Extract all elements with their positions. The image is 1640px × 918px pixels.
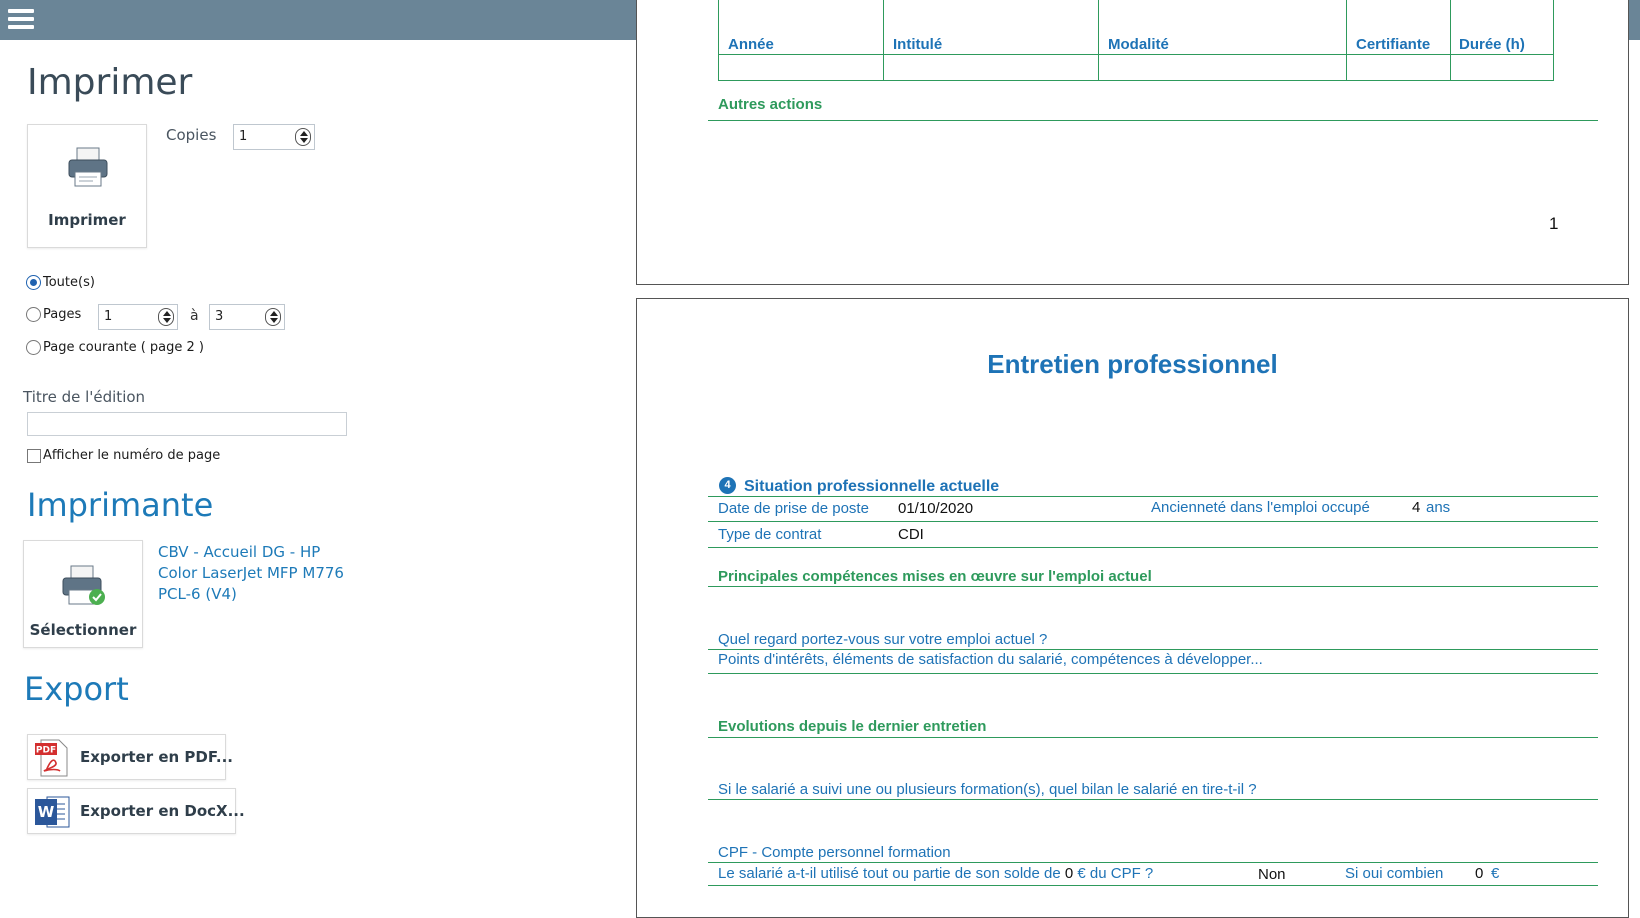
- seniority-unit: ans: [1426, 499, 1451, 516]
- range-to-label: à: [190, 308, 199, 324]
- seniority-label: Ancienneté dans l'emploi occupé: [1151, 499, 1370, 516]
- range-all-option[interactable]: Toute(s): [26, 275, 95, 290]
- table-column-divider: [1450, 0, 1451, 81]
- select-button-label: Sélectionner: [29, 621, 137, 639]
- cpf-amount: 0: [1475, 865, 1484, 882]
- table-column-divider: [883, 0, 884, 81]
- section-title: Situation professionnelle actuelle: [744, 478, 1000, 495]
- document-title: Entretien professionnel: [987, 349, 1278, 379]
- preview-page-1: Année Intitulé Modalité Certifiante Duré…: [636, 0, 1629, 285]
- other-actions-heading: Autres actions: [718, 96, 823, 113]
- cpf-question: Le salarié a-t-il utilisé tout ou partie…: [718, 865, 1153, 882]
- print-heading: Imprimer: [27, 62, 193, 103]
- printer-name: CBV - Accueil DG - HP Color LaserJet MFP…: [158, 543, 344, 603]
- table-header-certifying: Certifiante: [1356, 36, 1431, 53]
- range-pages-label: Pages: [43, 307, 82, 322]
- svg-text:W: W: [38, 803, 55, 821]
- range-all-label: Toute(s): [43, 275, 95, 290]
- svg-text:PDF: PDF: [36, 746, 56, 756]
- menu-icon[interactable]: [8, 9, 34, 31]
- table-column-divider: [1098, 0, 1099, 81]
- print-options-panel: Imprimer Imprimer Copies 1 Toute(s) Page…: [0, 40, 620, 893]
- printer-check-icon: [62, 565, 105, 605]
- stepper-arrows-icon[interactable]: [158, 308, 174, 326]
- table-header-duration: Durée (h): [1459, 36, 1525, 53]
- range-to-stepper[interactable]: 3: [209, 304, 285, 330]
- edition-title-label: Titre de l'édition: [23, 388, 146, 406]
- section-rule: [708, 120, 1598, 121]
- export-docx-button[interactable]: W Exporter en DocX...: [27, 788, 245, 834]
- table-header-separator: [718, 54, 1554, 55]
- table-column-divider: [1346, 0, 1347, 81]
- printer-heading: Imprimante: [27, 486, 214, 524]
- table-header-modality: Modalité: [1108, 36, 1169, 53]
- cpf-title: CPF - Compte personnel formation: [718, 844, 951, 861]
- export-pdf-label: Exporter en PDF...: [80, 748, 233, 766]
- copies-label: Copies: [166, 126, 217, 144]
- seniority-value: 4: [1412, 499, 1421, 516]
- pdf-icon: PDF: [35, 739, 68, 777]
- row-rule: [708, 673, 1598, 674]
- select-printer-button[interactable]: Sélectionner: [23, 540, 143, 648]
- edition-title-input[interactable]: [27, 412, 347, 436]
- range-pages-option[interactable]: Pages: [26, 307, 81, 322]
- print-button-label: Imprimer: [48, 211, 126, 229]
- row-rule: [708, 547, 1598, 548]
- cpf-balance: 0: [1064, 865, 1074, 882]
- show-page-number-option[interactable]: Afficher le numéro de page: [27, 448, 220, 463]
- range-from-value: 1: [104, 309, 113, 324]
- training-question: Si le salarié a suivi une ou plusieurs f…: [718, 781, 1257, 798]
- stepper-arrows-icon[interactable]: [295, 128, 311, 146]
- word-icon: W: [35, 796, 70, 828]
- preview-page-2: Entretien professionnel 4 Situation prof…: [636, 298, 1629, 918]
- range-from-stepper[interactable]: 1: [98, 304, 178, 330]
- start-date-label: Date de prise de poste: [718, 500, 869, 517]
- section-rule: [708, 496, 1598, 497]
- radio-icon: [26, 340, 41, 355]
- print-button[interactable]: Imprimer: [27, 124, 147, 248]
- cpf-question-end: € du CPF ?: [1077, 865, 1154, 882]
- cpf-if-yes-label: Si oui combien: [1345, 865, 1444, 882]
- range-to-value: 3: [215, 309, 224, 324]
- start-date-value: 01/10/2020: [898, 500, 974, 517]
- skills-heading: Principales compétences mises en œuvre s…: [718, 568, 1152, 585]
- copies-value: 1: [239, 129, 248, 144]
- cpf-currency: €: [1491, 865, 1500, 882]
- section-rule: [708, 586, 1598, 587]
- page-number: 1: [1549, 214, 1559, 233]
- view-hint: Points d'intérêts, éléments de satisfact…: [718, 651, 1263, 668]
- export-heading: Export: [24, 670, 129, 708]
- export-docx-label: Exporter en DocX...: [80, 802, 245, 820]
- checkbox-icon[interactable]: [27, 448, 41, 463]
- copies-stepper[interactable]: 1: [233, 124, 315, 150]
- row-rule: [708, 799, 1598, 800]
- cpf-question-start: Le salarié a-t-il utilisé tout ou partie…: [718, 865, 1061, 882]
- table-header-title: Intitulé: [893, 36, 943, 53]
- radio-selected-icon: [26, 275, 41, 290]
- printer-icon: [68, 147, 108, 187]
- export-pdf-button[interactable]: PDF Exporter en PDF...: [27, 734, 233, 780]
- row-rule: [708, 521, 1598, 522]
- range-current-label: Page courante ( page 2 ): [43, 340, 205, 355]
- row-rule: [708, 885, 1598, 886]
- row-rule: [708, 862, 1598, 863]
- table-header-year: Année: [728, 36, 774, 53]
- section-number-badge: 4: [719, 477, 736, 494]
- range-current-option[interactable]: Page courante ( page 2 ): [26, 340, 204, 355]
- view-question: Quel regard portez-vous sur votre emploi…: [718, 631, 1048, 648]
- contract-label: Type de contrat: [718, 526, 822, 543]
- cpf-answer: Non: [1258, 866, 1286, 883]
- evolutions-heading: Evolutions depuis le dernier entretien: [718, 718, 987, 735]
- section-rule: [708, 737, 1598, 738]
- stepper-arrows-icon[interactable]: [265, 308, 281, 326]
- contract-value: CDI: [898, 526, 924, 543]
- row-rule: [708, 649, 1598, 650]
- show-page-number-label: Afficher le numéro de page: [43, 448, 221, 463]
- radio-icon: [26, 307, 41, 322]
